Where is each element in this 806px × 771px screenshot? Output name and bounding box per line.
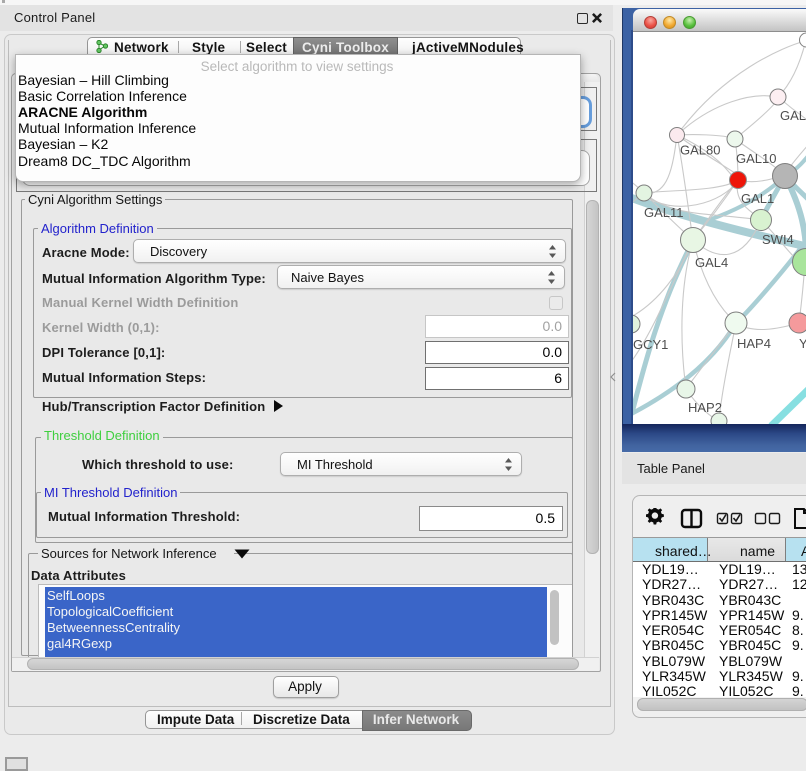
svg-text:GAL11: GAL11 xyxy=(644,205,684,220)
svg-text:HAP2: HAP2 xyxy=(688,400,722,415)
svg-text:Y: Y xyxy=(799,336,806,351)
svg-text:GAL80: GAL80 xyxy=(680,143,720,158)
svg-text:GAL1: GAL1 xyxy=(741,191,774,206)
svg-text:GAL4: GAL4 xyxy=(695,255,728,270)
svg-text:HAP4: HAP4 xyxy=(737,336,771,351)
svg-text:SWI4: SWI4 xyxy=(762,232,794,247)
svg-text:GAL7: GAL7 xyxy=(780,108,806,123)
svg-text:GAL10: GAL10 xyxy=(736,151,776,166)
svg-text:GCY1: GCY1 xyxy=(633,337,668,352)
